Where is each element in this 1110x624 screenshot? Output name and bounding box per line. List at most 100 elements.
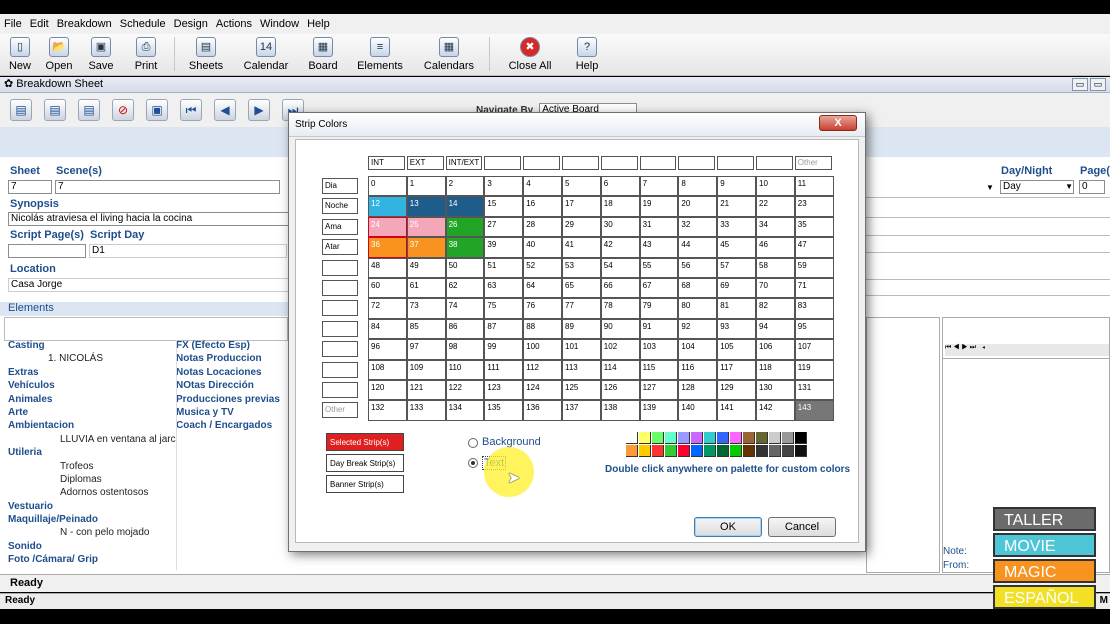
color-cell[interactable]: 74 [445,298,485,319]
color-cell[interactable]: 72 [368,298,407,319]
color-cell[interactable]: 20 [678,196,718,217]
color-cell[interactable]: 17 [562,196,601,217]
color-cell[interactable]: 94 [756,318,795,340]
element-category[interactable]: NOtas Dirección [176,380,290,393]
element-category[interactable]: Ambientacion [8,420,176,433]
color-cell[interactable]: 28 [523,216,562,238]
color-cell[interactable]: 109 [406,359,446,380]
media-controls[interactable]: ⏮◀▶⏭ ◂ [945,344,1109,356]
color-cell[interactable]: 24 [368,216,407,238]
row-label[interactable]: Noche [322,198,358,215]
color-cell[interactable]: 30 [600,216,640,238]
color-cell[interactable]: 6 [600,176,640,197]
palette-swatch[interactable] [652,432,664,444]
ok-button[interactable]: OK [694,517,762,537]
color-cell[interactable]: 102 [600,339,640,360]
color-cell[interactable]: 123 [484,380,524,401]
color-cell[interactable]: 79 [639,298,679,319]
color-cell[interactable]: 45 [717,237,756,258]
color-cell[interactable]: 143 [794,400,834,421]
color-cell[interactable]: 130 [756,380,795,401]
scenes-field[interactable]: 7 [55,180,280,194]
column-header[interactable] [562,156,599,170]
color-cell[interactable]: 3 [484,176,524,197]
color-cell[interactable]: 59 [794,257,834,278]
save-button[interactable]: ▣ Save [82,34,120,72]
column-header[interactable] [523,156,560,170]
calendar-button[interactable]: 14 Calendar [235,34,297,72]
color-cell[interactable]: 65 [562,278,601,299]
color-cell[interactable]: 100 [523,339,562,360]
color-cell[interactable]: 137 [562,400,601,421]
menu-window[interactable]: Window [260,18,299,30]
color-cell[interactable]: 16 [523,196,562,217]
color-cell[interactable]: 54 [600,257,640,278]
color-cell[interactable]: 114 [600,359,640,380]
palette-swatch[interactable] [665,445,677,457]
color-cell[interactable]: 91 [639,318,679,340]
color-cell[interactable]: 39 [484,237,524,258]
palette-swatch[interactable] [756,432,768,444]
color-cell[interactable]: 69 [717,278,756,299]
color-cell[interactable]: 1 [406,176,446,197]
palette-swatch[interactable] [665,432,677,444]
color-cell[interactable]: 78 [600,298,640,319]
palette-swatch[interactable] [743,445,755,457]
color-cell[interactable]: 132 [368,400,407,421]
column-header[interactable]: EXT [406,156,444,170]
color-cell[interactable]: 58 [756,257,795,278]
sheet-copy-icon[interactable]: ▤ [44,99,66,121]
minimize-icon[interactable]: ▭ [1072,78,1088,91]
element-item[interactable]: N - con pelo mojado [8,527,176,540]
color-cell[interactable]: 38 [445,237,485,258]
color-cell[interactable]: 4 [523,176,562,197]
day-break-strips-button[interactable]: Day Break Strip(s) [326,454,404,472]
element-item[interactable]: Trofeos [8,461,176,474]
sheet-field[interactable]: 7 [8,180,52,194]
palette-swatch[interactable] [769,432,781,444]
color-cell[interactable]: 99 [484,339,524,360]
palette-swatch[interactable] [795,445,807,457]
color-cell[interactable]: 42 [600,237,640,258]
color-cell[interactable]: 15 [484,196,524,217]
color-cell[interactable]: 124 [523,380,562,401]
element-category[interactable]: Extras [8,367,176,380]
column-header[interactable] [717,156,754,170]
color-cell[interactable]: 119 [794,359,834,380]
row-label[interactable]: Other [322,402,358,419]
palette-swatch[interactable] [639,445,651,457]
sheets-button[interactable]: ▤ Sheets [181,34,231,72]
color-cell[interactable]: 7 [639,176,679,197]
help-button[interactable]: ? Help [568,34,606,72]
color-cell[interactable]: 75 [484,298,524,319]
color-cell[interactable]: 41 [562,237,601,258]
sheet-icon[interactable]: ▤ [10,99,32,121]
menu-actions[interactable]: Actions [216,18,252,30]
color-cell[interactable]: 56 [678,257,718,278]
element-category[interactable]: Animales [8,394,176,407]
palette-swatch[interactable] [704,432,716,444]
palette-swatch[interactable] [678,432,690,444]
menu-help[interactable]: Help [307,18,330,30]
column-header[interactable]: INT [368,156,405,170]
palette-swatch[interactable] [717,445,729,457]
prev-icon[interactable]: ◀ [214,99,236,121]
new-button[interactable]: ▯ New [4,34,36,72]
color-cell[interactable]: 88 [523,318,562,340]
color-cell[interactable]: 105 [717,339,756,360]
element-category[interactable]: Producciones previas [176,394,290,407]
script-day-field[interactable]: D1 [89,244,287,258]
color-cell[interactable]: 36 [368,237,407,258]
element-item[interactable]: Adornos ostentosos [8,487,176,500]
color-cell[interactable]: 92 [678,318,718,340]
element-category[interactable]: Foto /Cámara/ Grip [8,554,176,567]
row-label[interactable] [322,300,358,317]
row-label[interactable] [322,361,358,378]
color-cell[interactable]: 115 [639,359,679,380]
color-cell[interactable]: 120 [368,380,407,401]
open-button[interactable]: 📂 Open [40,34,78,72]
palette-swatch[interactable] [795,432,807,444]
color-cell[interactable]: 44 [678,237,718,258]
color-cell[interactable]: 121 [406,380,446,401]
color-cell[interactable]: 134 [445,400,485,421]
